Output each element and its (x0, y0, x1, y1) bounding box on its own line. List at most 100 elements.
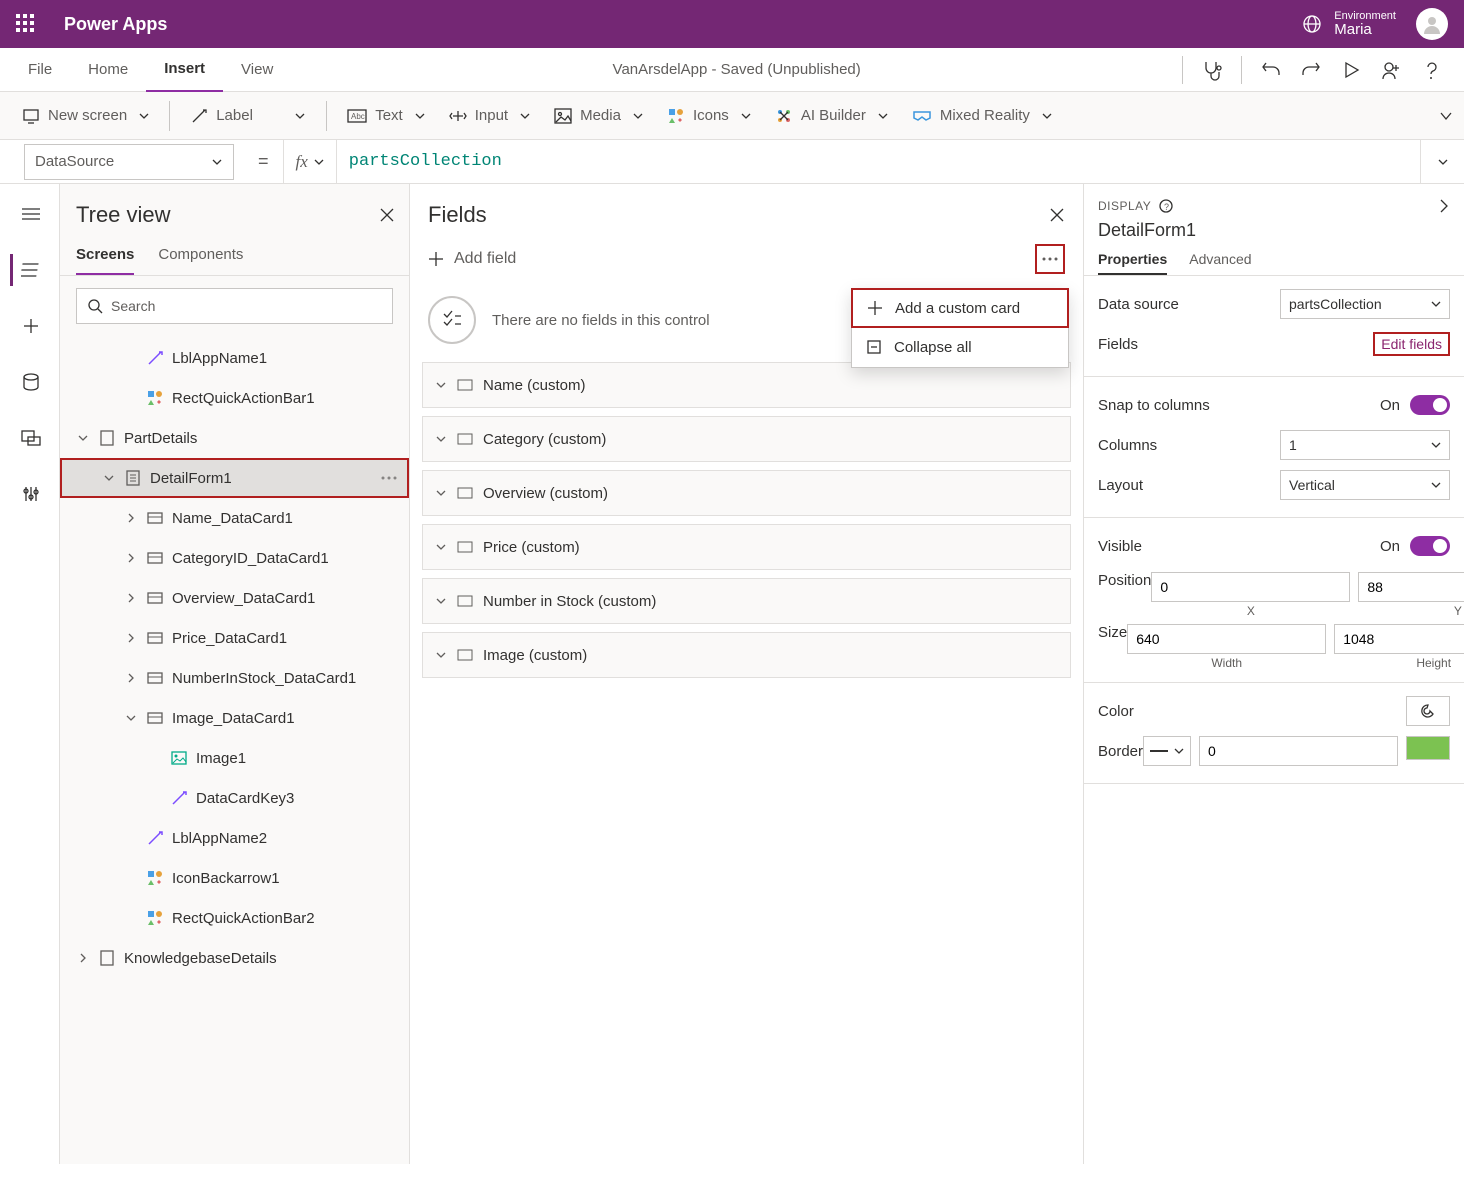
layout-select[interactable]: Vertical (1280, 470, 1450, 500)
field-row[interactable]: Image (custom) (422, 632, 1071, 678)
redo-icon[interactable] (1300, 59, 1322, 81)
border-style-select[interactable] (1143, 736, 1191, 766)
rail-hamburger[interactable] (10, 198, 50, 230)
user-avatar[interactable] (1416, 8, 1448, 40)
props-tab-properties[interactable]: Properties (1098, 247, 1167, 275)
close-icon[interactable] (379, 207, 395, 223)
formula-expand-button[interactable] (1420, 140, 1464, 183)
play-icon[interactable] (1340, 59, 1362, 81)
icons-icon (667, 107, 685, 125)
fx-button[interactable]: fx (283, 140, 336, 183)
add-custom-card-item[interactable]: Add a custom card (851, 288, 1069, 328)
height-input[interactable] (1334, 624, 1464, 654)
expander-icon[interactable] (124, 712, 138, 724)
chevron-down-icon[interactable] (1438, 108, 1454, 124)
tree-node[interactable]: RectQuickActionBar1 (60, 378, 409, 418)
visible-state: On (1380, 538, 1400, 555)
tree-node[interactable]: DataCardKey3 (60, 778, 409, 818)
fields-title: Fields (428, 202, 487, 228)
tree-search-input[interactable]: Search (76, 288, 393, 324)
tree-node[interactable]: LblAppName2 (60, 818, 409, 858)
width-input[interactable] (1127, 624, 1326, 654)
expander-icon[interactable] (124, 552, 138, 564)
field-row[interactable]: Number in Stock (custom) (422, 578, 1071, 624)
tree-node[interactable]: KnowledgebaseDetails (60, 938, 409, 978)
selected-control-name: DetailForm1 (1084, 218, 1464, 247)
tree-node-label: RectQuickActionBar2 (172, 910, 399, 927)
new-screen-button[interactable]: New screen (10, 98, 161, 134)
tree-node[interactable]: RectQuickActionBar2 (60, 898, 409, 938)
input-button[interactable]: Input (437, 98, 542, 134)
tree-node[interactable]: DetailForm1 (60, 458, 409, 498)
snap-toggle[interactable] (1410, 395, 1450, 415)
rail-advanced[interactable] (10, 478, 50, 510)
tree-tab-components[interactable]: Components (158, 238, 243, 275)
property-selector[interactable]: DataSource (24, 144, 234, 180)
tree-tab-screens[interactable]: Screens (76, 238, 134, 275)
tree-node[interactable]: Image_DataCard1 (60, 698, 409, 738)
menu-insert[interactable]: Insert (146, 48, 223, 92)
color-picker[interactable] (1406, 696, 1450, 726)
expander-icon[interactable] (76, 952, 90, 964)
text-button[interactable]: Abc Text (335, 98, 437, 134)
label-button[interactable]: Label (178, 98, 318, 134)
edit-fields-link[interactable]: Edit fields (1373, 332, 1450, 356)
field-row[interactable]: Overview (custom) (422, 470, 1071, 516)
formula-input[interactable]: partsCollection (336, 140, 1420, 183)
expander-icon[interactable] (124, 512, 138, 524)
expander-icon[interactable] (124, 672, 138, 684)
field-row[interactable]: Category (custom) (422, 416, 1071, 462)
border-color-swatch[interactable] (1406, 736, 1450, 760)
expander-icon[interactable] (76, 432, 90, 444)
field-row[interactable]: Price (custom) (422, 524, 1071, 570)
pos-x-input[interactable] (1151, 572, 1350, 602)
help-icon[interactable] (1420, 59, 1442, 81)
add-field-button[interactable]: Add field (428, 250, 516, 268)
divider (1241, 56, 1242, 84)
tree-node[interactable]: PartDetails (60, 418, 409, 458)
chevron-right-icon[interactable] (1438, 198, 1450, 214)
tree-node[interactable]: Price_DataCard1 (60, 618, 409, 658)
rail-data[interactable] (10, 366, 50, 398)
icons-button[interactable]: Icons (655, 98, 763, 134)
expander-icon[interactable] (124, 632, 138, 644)
props-tab-advanced[interactable]: Advanced (1189, 247, 1251, 275)
ai-builder-button[interactable]: AI Builder (763, 98, 900, 134)
rail-insert[interactable] (10, 310, 50, 342)
pos-y-input[interactable] (1358, 572, 1464, 602)
datasource-select[interactable]: partsCollection (1280, 289, 1450, 319)
tree-node[interactable]: CategoryID_DataCard1 (60, 538, 409, 578)
tree-node-label: CategoryID_DataCard1 (172, 550, 399, 567)
tree-node[interactable]: Image1 (60, 738, 409, 778)
environment-picker[interactable]: Environment Maria (1302, 10, 1396, 39)
tree-node[interactable]: Overview_DataCard1 (60, 578, 409, 618)
menu-view[interactable]: View (223, 48, 291, 92)
fields-more-button[interactable] (1035, 244, 1065, 274)
menu-home[interactable]: Home (70, 48, 146, 92)
tree-node[interactable]: IconBackarrow1 (60, 858, 409, 898)
more-icon[interactable] (381, 476, 397, 480)
tree-node[interactable]: LblAppName1 (60, 338, 409, 378)
expander-icon[interactable] (102, 472, 116, 484)
undo-icon[interactable] (1260, 59, 1282, 81)
icons-btn-label: Icons (693, 107, 729, 124)
waffle-icon[interactable] (16, 14, 36, 34)
tree-node[interactable]: Name_DataCard1 (60, 498, 409, 538)
expander-icon[interactable] (124, 592, 138, 604)
share-icon[interactable] (1380, 59, 1402, 81)
visible-toggle[interactable] (1410, 536, 1450, 556)
layout-label: Layout (1098, 477, 1143, 494)
close-icon[interactable] (1049, 207, 1065, 223)
border-width-input[interactable] (1199, 736, 1398, 766)
field-row[interactable]: Name (custom) (422, 362, 1071, 408)
stethoscope-icon[interactable] (1201, 59, 1223, 81)
collapse-all-item[interactable]: Collapse all (852, 327, 1068, 367)
media-button[interactable]: Media (542, 98, 655, 134)
tree-node[interactable]: NumberInStock_DataCard1 (60, 658, 409, 698)
columns-select[interactable]: 1 (1280, 430, 1450, 460)
mixed-reality-button[interactable]: Mixed Reality (900, 98, 1064, 134)
rail-media[interactable] (10, 422, 50, 454)
rail-tree-view[interactable] (10, 254, 50, 286)
info-icon[interactable]: ? (1159, 199, 1173, 213)
menu-file[interactable]: File (10, 48, 70, 92)
